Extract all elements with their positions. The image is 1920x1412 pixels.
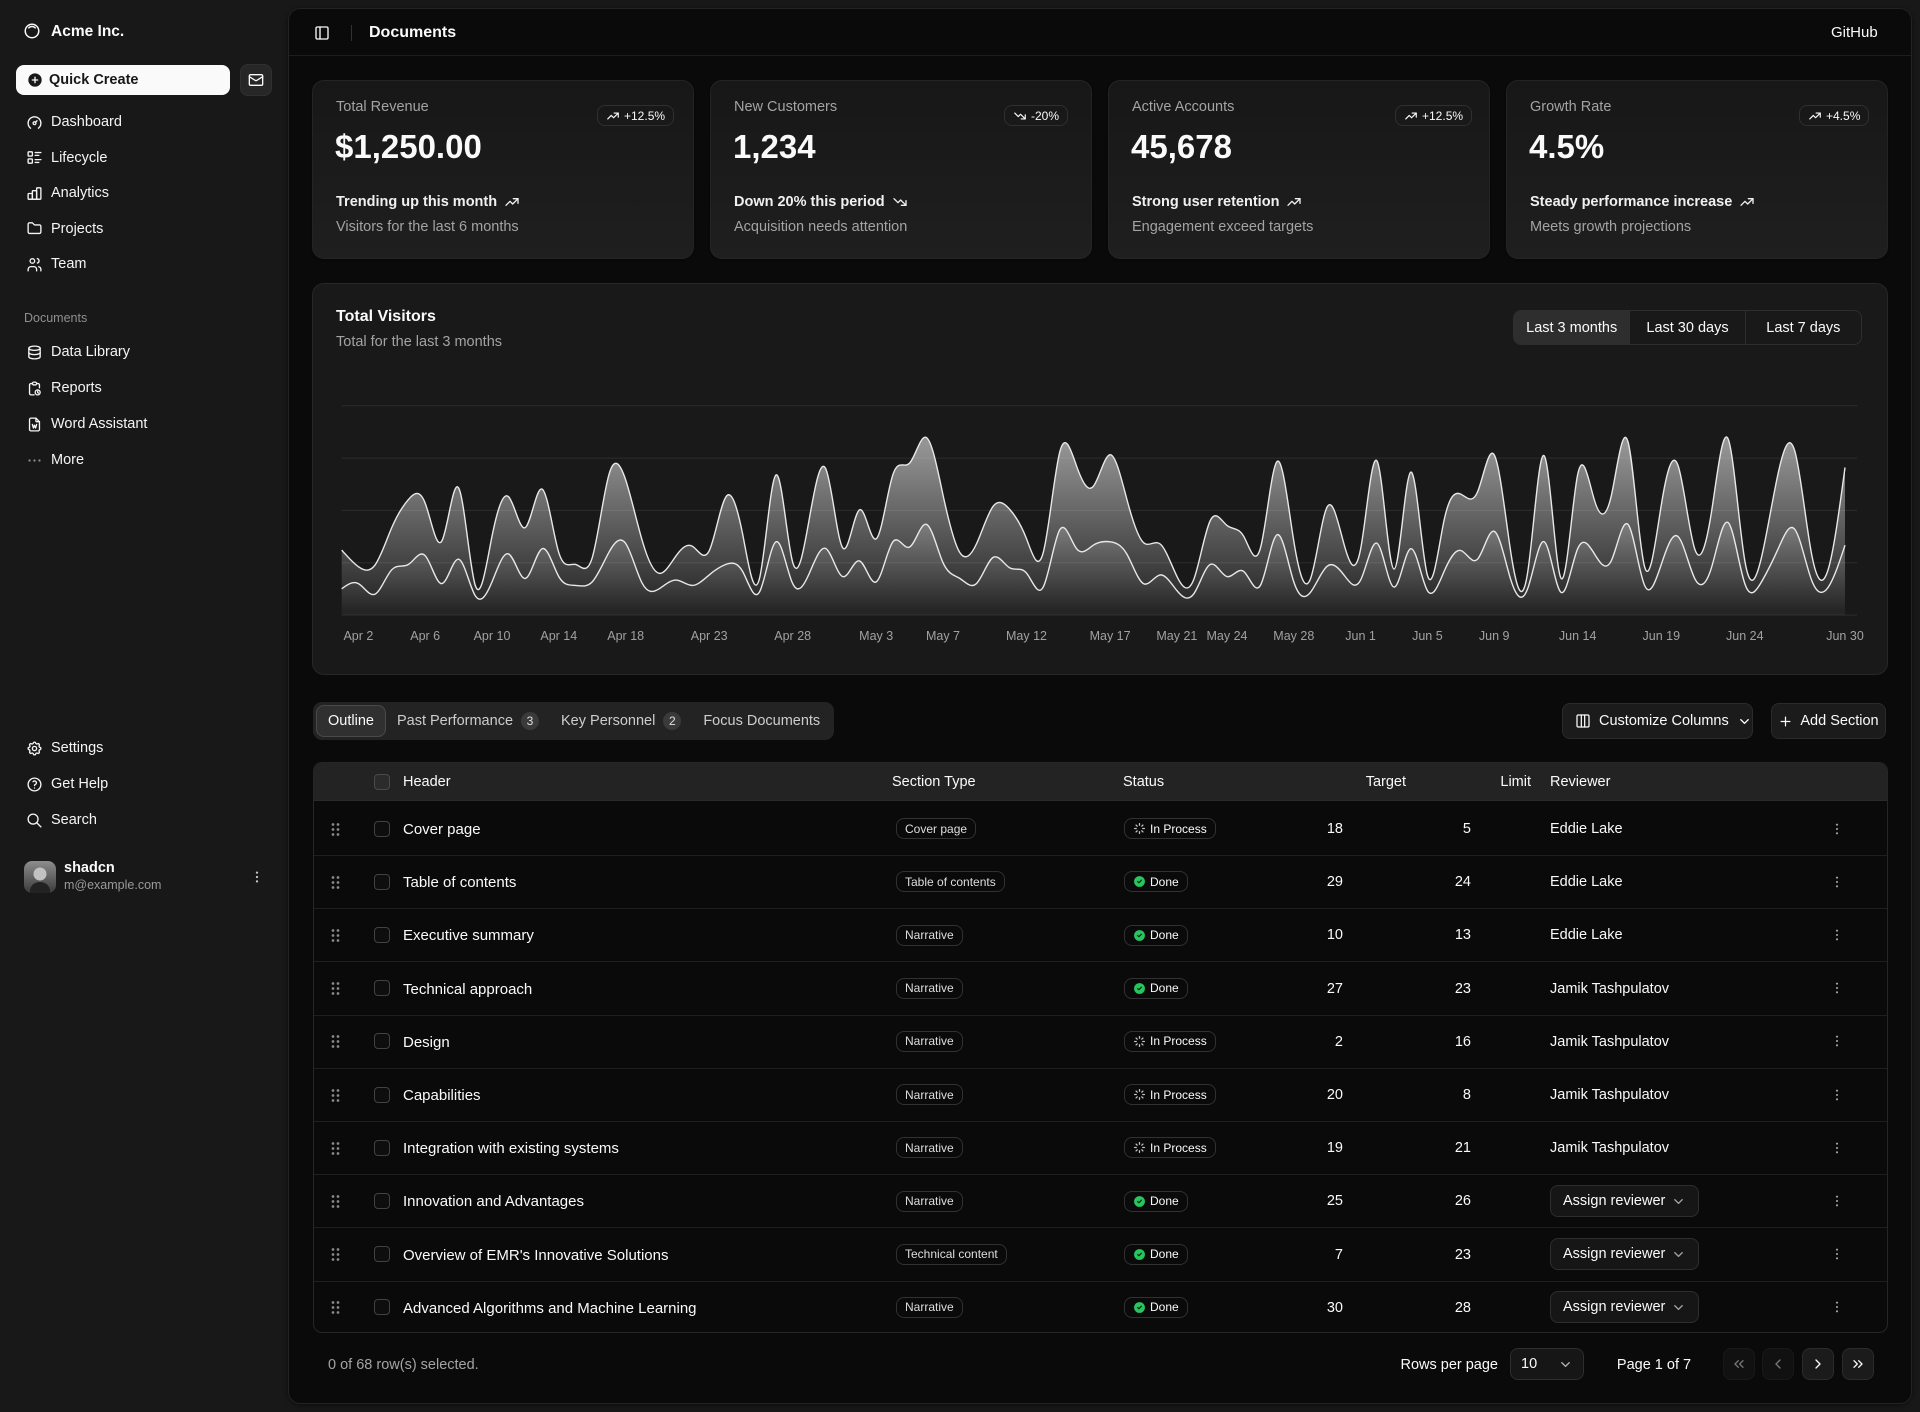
svg-text:May 21: May 21 xyxy=(1156,629,1197,643)
svg-text:Apr 28: Apr 28 xyxy=(774,629,811,643)
svg-text:Apr 10: Apr 10 xyxy=(474,629,511,643)
svg-text:May 7: May 7 xyxy=(926,629,960,643)
svg-text:Apr 14: Apr 14 xyxy=(540,629,577,643)
svg-text:May 28: May 28 xyxy=(1273,629,1314,643)
svg-text:Jun 24: Jun 24 xyxy=(1726,629,1764,643)
svg-text:Jun 30: Jun 30 xyxy=(1826,629,1864,643)
svg-text:Jun 5: Jun 5 xyxy=(1412,629,1443,643)
svg-text:Jun 14: Jun 14 xyxy=(1559,629,1597,643)
svg-text:Jun 9: Jun 9 xyxy=(1479,629,1510,643)
svg-text:Apr 2: Apr 2 xyxy=(343,629,373,643)
svg-text:Apr 6: Apr 6 xyxy=(410,629,440,643)
svg-text:Apr 23: Apr 23 xyxy=(691,629,728,643)
svg-text:May 24: May 24 xyxy=(1207,629,1248,643)
svg-text:Apr 18: Apr 18 xyxy=(607,629,644,643)
svg-text:May 3: May 3 xyxy=(859,629,893,643)
svg-text:Jun 19: Jun 19 xyxy=(1643,629,1681,643)
svg-text:Jun 1: Jun 1 xyxy=(1345,629,1376,643)
svg-text:May 12: May 12 xyxy=(1006,629,1047,643)
svg-text:May 17: May 17 xyxy=(1090,629,1131,643)
